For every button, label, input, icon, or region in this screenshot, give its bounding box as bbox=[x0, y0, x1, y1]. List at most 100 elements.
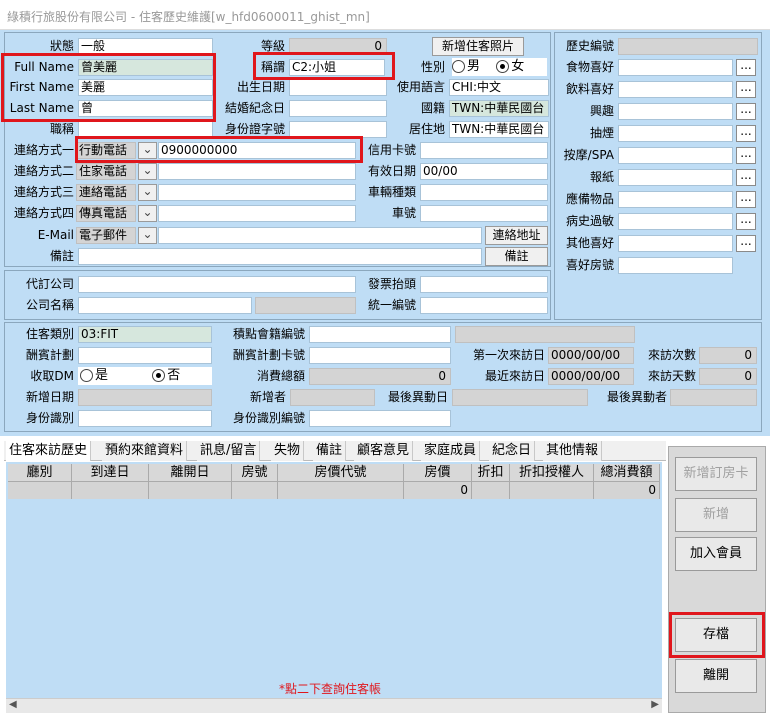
pref-drink-ellipsis-button[interactable]: ... bbox=[736, 81, 756, 98]
agency-field[interactable] bbox=[78, 276, 356, 293]
dm-yes-label: 是 bbox=[95, 368, 109, 383]
pref-smoking-field[interactable] bbox=[618, 125, 733, 142]
tab-messages[interactable]: 訊息/留言 bbox=[197, 441, 261, 461]
pref-spa-field[interactable] bbox=[618, 147, 733, 164]
identity-no-field[interactable] bbox=[309, 410, 451, 427]
grid-cell[interactable] bbox=[8, 482, 72, 499]
new-booking-button[interactable]: 新增訂房卡 bbox=[675, 457, 757, 491]
pref-other-field[interactable] bbox=[618, 235, 733, 252]
grid-header-room[interactable]: 房號 bbox=[232, 464, 278, 482]
contact-2-type[interactable]: 住家電話 bbox=[76, 163, 136, 180]
pref-spa-ellipsis-button[interactable]: ... bbox=[736, 147, 756, 164]
email-type[interactable]: 電子郵件 bbox=[76, 227, 136, 244]
tab-other-info[interactable]: 其他情報 bbox=[543, 441, 603, 461]
window-title: 綠積行旅股份有限公司 - 住客歷史維護[w_hfd0600011_ghist_m… bbox=[7, 10, 370, 24]
grid-header-discount-approver[interactable]: 折扣授權人 bbox=[510, 464, 594, 482]
pref-newspaper-label: 報紙 bbox=[589, 170, 614, 184]
grid-header-discount[interactable]: 折扣 bbox=[472, 464, 510, 482]
horizontal-scrollbar[interactable]: ◀ ▶ bbox=[6, 698, 662, 713]
expiry-field[interactable]: 00/00 bbox=[420, 163, 548, 180]
tax-id-field[interactable] bbox=[420, 297, 548, 314]
leave-button[interactable]: 離開 bbox=[675, 659, 757, 693]
identity-field[interactable] bbox=[78, 410, 212, 427]
grid-cell[interactable] bbox=[232, 482, 278, 499]
gender-male-radio[interactable] bbox=[452, 60, 465, 73]
contact-2-dropdown[interactable]: ⌄ bbox=[138, 163, 157, 180]
email-dropdown[interactable]: ⌄ bbox=[138, 227, 157, 244]
points-info-field bbox=[455, 326, 635, 343]
tab-visit-history[interactable]: 住客來訪歷史 bbox=[6, 441, 92, 461]
pref-drink-field[interactable] bbox=[618, 81, 733, 98]
contact-2-field[interactable] bbox=[158, 163, 356, 180]
plate-field[interactable] bbox=[420, 205, 548, 222]
car-type-field[interactable] bbox=[420, 184, 548, 201]
tab-reservations[interactable]: 預約來館資料 bbox=[102, 441, 188, 461]
pref-hobby-ellipsis-button[interactable]: ... bbox=[736, 103, 756, 120]
points-no-field[interactable] bbox=[309, 326, 451, 343]
pref-hobby-field[interactable] bbox=[618, 103, 733, 120]
highlight-mobile-phone bbox=[75, 136, 363, 163]
pref-newspaper-ellipsis-button[interactable]: ... bbox=[736, 169, 756, 186]
room-pref-field[interactable] bbox=[618, 257, 733, 274]
contact-3-field[interactable] bbox=[158, 184, 356, 201]
tab-remarks[interactable]: 備註 bbox=[313, 441, 347, 461]
tab-family[interactable]: 家庭成員 bbox=[421, 441, 481, 461]
remark-button[interactable]: 備註 bbox=[485, 247, 548, 266]
contact-3-type[interactable]: 連絡電話 bbox=[76, 184, 136, 201]
pref-smoking-ellipsis-button[interactable]: ... bbox=[736, 125, 756, 142]
grid-cell[interactable] bbox=[149, 482, 232, 499]
pref-other-ellipsis-button[interactable]: ... bbox=[736, 235, 756, 252]
contact-4-dropdown[interactable]: ⌄ bbox=[138, 205, 157, 222]
gender-female-radio[interactable] bbox=[496, 60, 510, 73]
grid-header-departure[interactable]: 離開日 bbox=[149, 464, 232, 482]
residence-field[interactable]: TWN:中華民國台 bbox=[449, 121, 549, 138]
dm-yes-radio[interactable] bbox=[80, 369, 93, 382]
tab-anniversary[interactable]: 紀念日 bbox=[489, 441, 536, 461]
visit-days-field: 0 bbox=[699, 368, 757, 385]
remark-field[interactable] bbox=[78, 248, 482, 265]
grid-cell[interactable] bbox=[472, 482, 510, 499]
birthday-field[interactable] bbox=[289, 79, 387, 96]
pref-hobby-label: 興趣 bbox=[589, 104, 614, 118]
reward-card-field[interactable] bbox=[309, 347, 451, 364]
contact-4-type[interactable]: 傳真電話 bbox=[76, 205, 136, 222]
anniversary-field[interactable] bbox=[289, 100, 387, 117]
pref-amenities-field[interactable] bbox=[618, 191, 733, 208]
pref-allergy-field[interactable] bbox=[618, 213, 733, 230]
language-field[interactable]: CHI:中文 bbox=[449, 79, 549, 96]
pref-allergy-ellipsis-button[interactable]: ... bbox=[736, 213, 756, 230]
tab-lost-items[interactable]: 失物 bbox=[271, 441, 305, 461]
dm-no-radio[interactable] bbox=[152, 369, 166, 382]
grid-header-rate[interactable]: 房價 bbox=[404, 464, 472, 482]
tab-feedback[interactable]: 顧客意見 bbox=[354, 441, 414, 461]
company-field[interactable] bbox=[78, 297, 252, 314]
pref-food-ellipsis-button[interactable]: ... bbox=[736, 59, 756, 76]
contact-4-field[interactable] bbox=[158, 205, 356, 222]
identity-no-label: 身份識別編號 bbox=[232, 411, 305, 425]
grid-cell[interactable] bbox=[278, 482, 404, 499]
grid-cell-rate[interactable]: 0 bbox=[404, 482, 472, 499]
invoice-title-field[interactable] bbox=[420, 276, 548, 293]
grid-header-total[interactable]: 總消費額 bbox=[594, 464, 660, 482]
contact-address-button[interactable]: 連絡地址 bbox=[485, 226, 548, 245]
reward-plan-field[interactable] bbox=[78, 347, 212, 364]
pref-food-field[interactable] bbox=[618, 59, 733, 76]
grid-cell-total[interactable]: 0 bbox=[594, 482, 660, 499]
join-member-button[interactable]: 加入會員 bbox=[675, 537, 757, 571]
add-photo-button[interactable]: 新增住客照片 bbox=[432, 37, 524, 56]
grid-cell[interactable] bbox=[72, 482, 149, 499]
grid-cell[interactable] bbox=[510, 482, 594, 499]
visit-count-label: 來訪次數 bbox=[647, 348, 696, 362]
nationality-field[interactable]: TWN:中華民國台 bbox=[449, 100, 549, 117]
credit-card-field[interactable] bbox=[420, 142, 548, 159]
guest-type-field[interactable]: 03:FIT bbox=[78, 326, 212, 343]
grid-header-rate-code[interactable]: 房價代號 bbox=[278, 464, 404, 482]
grid-header-arrival[interactable]: 到達日 bbox=[72, 464, 149, 482]
add-button[interactable]: 新增 bbox=[675, 498, 757, 532]
email-field[interactable] bbox=[158, 227, 482, 244]
pref-newspaper-field[interactable] bbox=[618, 169, 733, 186]
contact-3-dropdown[interactable]: ⌄ bbox=[138, 184, 157, 201]
pref-amenities-ellipsis-button[interactable]: ... bbox=[736, 191, 756, 208]
grid-header-outlet[interactable]: 廳別 bbox=[8, 464, 72, 482]
residence-label: 居住地 bbox=[408, 122, 445, 136]
